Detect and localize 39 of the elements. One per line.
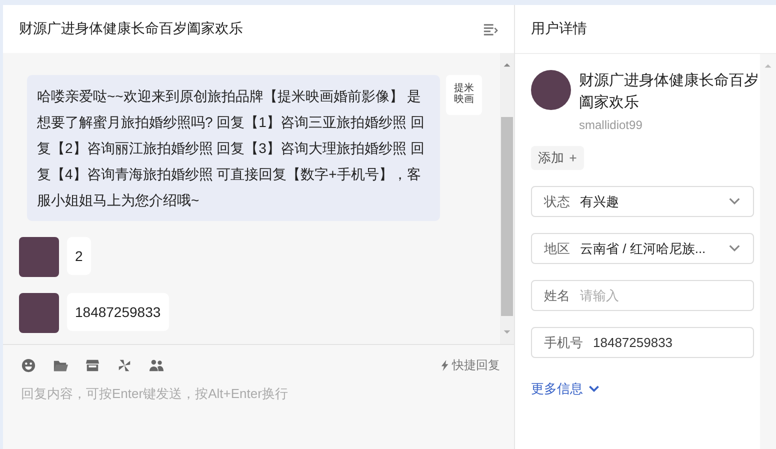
message-bubble: 哈喽亲爱哒~~欢迎来到原创旅拍品牌【提米映画婚前影像】 是想要了解蜜月旅拍婚纱照吗? 回复【1】咨询三亚旅拍婚纱照 回复【2】咨询丽江旅拍婚纱照 回复【3】咨询大理旅拍婚纱照 回复【4】咨询青海旅拍婚纱照 可直接回复【数字+手机号】，客服小姐姐马上为您介绍哦~ (27, 75, 440, 221)
brand-logo: 提米映画 (446, 75, 482, 115)
menu-icon[interactable] (483, 22, 498, 36)
scroll-up-icon (764, 62, 772, 70)
field-label: 状态 (544, 192, 570, 210)
avatar-photo-placeholder (19, 237, 59, 277)
avatar-photo-placeholder (531, 70, 571, 110)
people-icon[interactable] (149, 358, 164, 372)
store-icon[interactable] (85, 358, 100, 372)
lightning-icon (440, 358, 451, 372)
add-tag-button[interactable]: 添加 (531, 146, 584, 170)
message-bubble: 2 (67, 237, 91, 275)
dropdown-field[interactable]: 状态 有兴趣 (531, 186, 754, 217)
scrollbar[interactable] (760, 54, 776, 449)
scroll-up-icon (503, 61, 511, 69)
input-field[interactable]: 姓名 请输入 (531, 280, 754, 311)
input-field[interactable]: 手机号 18487259833 (531, 327, 754, 358)
message-bubble: 18487259833 (67, 293, 169, 331)
plus-icon (569, 154, 577, 162)
dropdown-field[interactable]: 地区 云南省 / 红河哈尼族... (531, 233, 754, 264)
scrollbar-thumb[interactable] (501, 117, 513, 316)
field-value: 有兴趣 (580, 192, 620, 210)
field-label: 地区 (544, 240, 570, 258)
field-value: 云南省 / 红河哈尼族... (580, 240, 707, 258)
panel-title: 用户详情 (531, 20, 587, 38)
field-label: 姓名 (544, 286, 570, 304)
scroll-down-icon (503, 328, 511, 336)
quick-reply-button[interactable]: 快捷回复 (440, 356, 500, 374)
chevron-down-icon (588, 383, 600, 395)
scrollbar[interactable] (500, 53, 514, 344)
user-name: 财源广进身体健康长命百岁阖家欢乐 (579, 71, 759, 113)
avatar-photo-placeholder (19, 293, 59, 333)
user-id: smallidiot99 (579, 118, 644, 132)
message-input[interactable]: 回复内容，可按Enter键发送，按Alt+Enter换行 (21, 385, 500, 425)
smiley-icon[interactable] (21, 358, 36, 372)
chat-title: 财源广进身体健康长命百岁阖家欢乐 (19, 20, 243, 38)
more-info-link[interactable]: 更多信息 (531, 380, 600, 398)
field-label: 手机号 (544, 334, 583, 352)
pinwheel-icon[interactable] (117, 358, 132, 372)
